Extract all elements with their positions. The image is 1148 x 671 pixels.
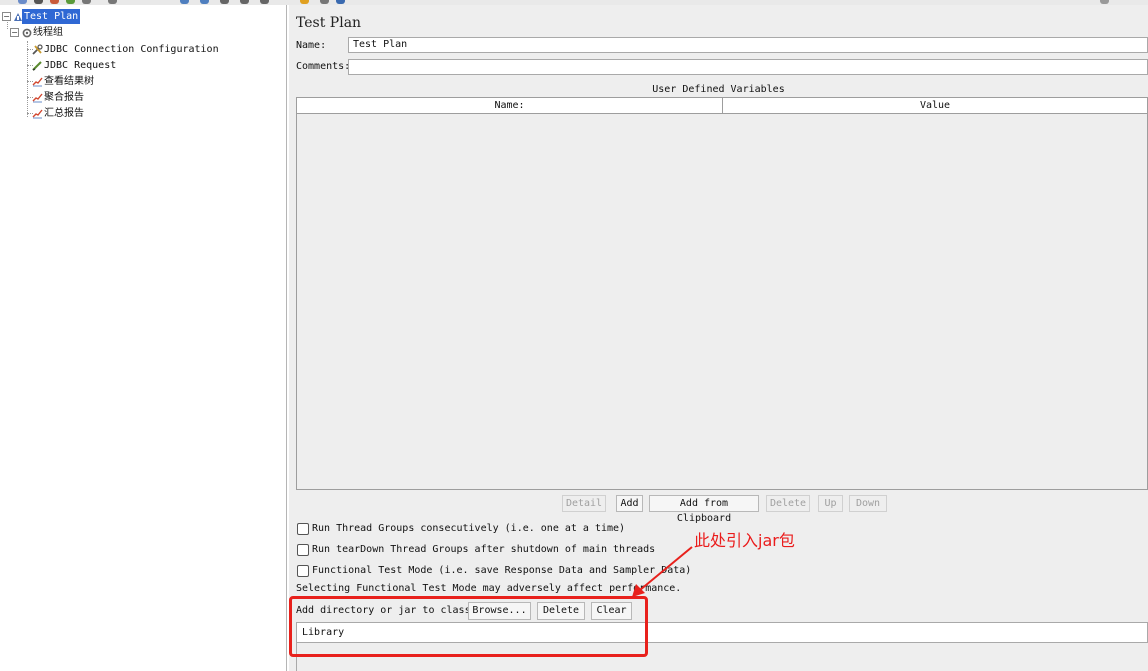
toolbar-icon[interactable] [336,0,345,4]
test-plan-tree: − Test Plan − 线程组 JDBC Connection Config… [0,5,287,671]
page-title: Test Plan [296,15,362,31]
tree-node-summary-report[interactable]: 汇总报告 [0,106,160,121]
chart-icon [32,92,43,103]
checkbox-label: Run Thread Groups consecutively (i.e. on… [312,523,626,534]
collapse-icon[interactable]: − [10,28,19,37]
tree-node-thread-group[interactable]: − 线程组 [0,25,120,40]
tree-node-label[interactable]: 查看结果树 [44,74,94,89]
toolbar-icon[interactable] [1100,0,1109,4]
chart-icon [32,76,43,87]
annotation-highlight-box [289,596,648,657]
functional-mode-note: Selecting Functional Test Mode may adver… [296,583,682,594]
tree-node-label[interactable]: JDBC Request [44,58,116,73]
toolbar-icon[interactable] [66,0,75,4]
toolbar-icon[interactable] [200,0,209,4]
tree-node-jdbc-request[interactable]: JDBC Request [0,58,160,73]
user-defined-variables-table[interactable]: Name: Value [296,97,1148,490]
toolbar-icon[interactable] [50,0,59,4]
toolbar-icon[interactable] [108,0,117,4]
udv-button-row: Detail Add Add from Clipboard Delete Up … [289,495,1148,524]
add-button[interactable]: Add [616,495,643,512]
toolbar-icon[interactable] [320,0,329,4]
table-header: Name: Value [297,98,1147,114]
comments-label: Comments: [296,61,351,72]
toolbar-icon[interactable] [18,0,27,4]
name-field[interactable]: Test Plan [348,37,1148,53]
tree-node-view-results-tree[interactable]: 查看结果树 [0,74,160,89]
tree-node-aggregate-report[interactable]: 聚合报告 [0,90,160,105]
toolbar-icon[interactable] [240,0,249,4]
tree-node-jdbc-connection-configuration[interactable]: JDBC Connection Configuration [0,42,220,57]
toolbar-icon[interactable] [220,0,229,4]
toolbar-icon[interactable] [300,0,309,4]
gear-icon [21,27,32,38]
tree-node-label[interactable]: Test Plan [22,9,81,24]
toolbar-icon[interactable] [82,0,91,4]
tree-node-test-plan[interactable]: − Test Plan [0,9,120,24]
checkbox-box[interactable] [297,544,309,556]
pen-icon [32,60,43,71]
checkbox-label: Run tearDown Thread Groups after shutdow… [312,544,656,555]
collapse-icon[interactable]: − [2,12,11,21]
name-label: Name: [296,40,327,51]
checkbox-label: Functional Test Mode (i.e. save Response… [312,565,692,576]
delete-variable-button[interactable]: Delete [766,495,810,512]
chart-icon [32,108,43,119]
test-plan-panel: Test Plan Name: Test Plan Comments: User… [289,5,1148,671]
add-from-clipboard-button[interactable]: Add from Clipboard [649,495,759,524]
wrench-icon [32,44,43,55]
checkbox-box[interactable] [297,523,309,535]
checkbox-box[interactable] [297,565,309,577]
tree-node-label[interactable]: 汇总报告 [44,106,84,121]
annotation-text: 此处引入jar包 [694,531,795,550]
column-header-value[interactable]: Value [723,98,1147,114]
tree-node-label[interactable]: JDBC Connection Configuration [44,42,219,57]
toolbar-icon[interactable] [34,0,43,4]
up-button[interactable]: Up [818,495,843,512]
toolbar-icon[interactable] [260,0,269,4]
udv-title: User Defined Variables [652,84,785,95]
column-header-name[interactable]: Name: [297,98,723,114]
tree-node-label[interactable]: 线程组 [33,25,63,40]
toolbar-icon[interactable] [180,0,189,4]
tree-node-label[interactable]: 聚合报告 [44,90,84,105]
detail-button[interactable]: Detail [562,495,606,512]
down-button[interactable]: Down [849,495,887,512]
comments-field[interactable] [348,59,1148,75]
